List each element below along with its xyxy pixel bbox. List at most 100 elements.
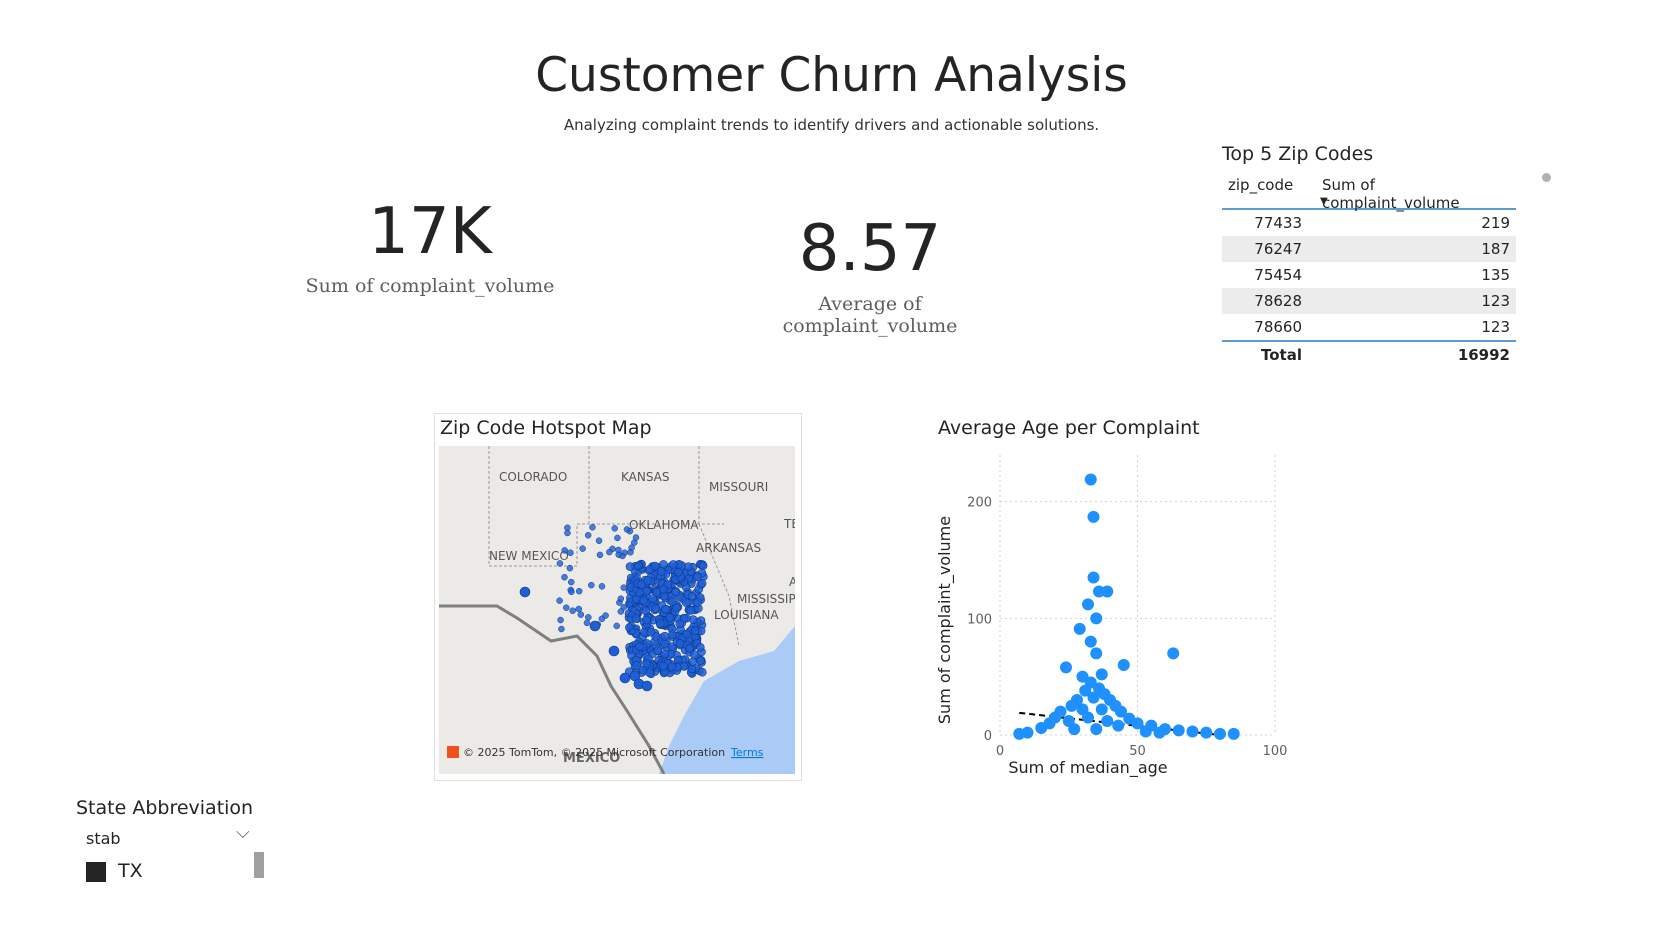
x-axis-label: Sum of median_age: [1008, 758, 1167, 778]
page-subtitle: Analyzing complaint trends to identify d…: [563, 116, 1100, 134]
table-row[interactable]: 77433 219: [1222, 210, 1516, 236]
scatter-grid: [999, 455, 1276, 736]
hotspot-map[interactable]: COLORADO KANSAS MISSOURI OKLAHOMA ARKANS…: [439, 446, 795, 774]
scatter-point[interactable]: [1214, 727, 1226, 740]
scatter-point[interactable]: [1112, 719, 1125, 732]
table-row[interactable]: 78628 123: [1222, 288, 1516, 314]
map-point: [566, 564, 574, 572]
scatter-point[interactable]: [1082, 598, 1094, 611]
map-point: [556, 597, 563, 604]
card-sum-label: Sum of complaint_volume: [305, 275, 555, 297]
x-tick-label: 0: [996, 744, 1004, 759]
scatter-point[interactable]: [1117, 659, 1130, 671]
map-point: [617, 608, 625, 615]
table-row[interactable]: 75454 135: [1222, 262, 1516, 288]
map-point: [653, 646, 662, 655]
map-point: [661, 604, 670, 614]
scatter-point[interactable]: [1186, 725, 1199, 738]
map-label: MISSOURI: [709, 480, 768, 494]
microsoft-logo-icon: [447, 746, 459, 758]
map-point: [660, 639, 669, 649]
map-point: [693, 598, 702, 607]
column-header-zip-code[interactable]: zip_code: [1222, 172, 1318, 208]
map-label: OKLAHOMA: [629, 518, 699, 532]
map-point: [635, 642, 644, 651]
scatter-point[interactable]: [1087, 510, 1100, 523]
map-point: [646, 627, 656, 637]
map-point: [668, 630, 677, 639]
map-point: [588, 581, 595, 589]
total-value: 16992: [1457, 346, 1510, 364]
map-point: [674, 567, 683, 577]
map-point: [589, 620, 601, 632]
map-point: [569, 607, 576, 614]
slicer-option-label[interactable]: TX: [118, 860, 143, 882]
map-point: [631, 586, 639, 594]
map-label: NEW MEXICO: [489, 549, 569, 563]
map-point: [634, 573, 641, 581]
scatter-point[interactable]: [1082, 711, 1094, 724]
scatter-point[interactable]: [1095, 668, 1108, 681]
scroll-indicator-dot[interactable]: [1542, 173, 1551, 182]
total-label: Total: [1261, 346, 1302, 364]
map-point: [643, 576, 653, 585]
slicer-checkbox[interactable]: [86, 862, 106, 882]
scatter-point[interactable]: [1084, 635, 1097, 648]
table-row[interactable]: 78660 123: [1222, 314, 1516, 340]
map-terms-link[interactable]: Terms: [730, 746, 764, 759]
map-point: [584, 532, 592, 539]
scatter-point[interactable]: [1139, 725, 1152, 738]
card-sum-value: 17K: [368, 195, 492, 269]
scatter-point[interactable]: [1227, 727, 1240, 740]
map-point: [642, 615, 651, 625]
cell-zip: 76247: [1254, 240, 1302, 258]
map-point: [626, 573, 634, 581]
slicer-scrollbar[interactable]: [254, 852, 264, 878]
scatter-point[interactable]: [1073, 622, 1086, 635]
column-header-complaint-volume[interactable]: Sum of complaint_volume: [1318, 172, 1516, 212]
chevron-down-icon[interactable]: ⌵: [236, 822, 250, 843]
y-tick-label: 200: [967, 496, 992, 511]
map-point: [625, 562, 635, 571]
scatter-point[interactable]: [1167, 647, 1180, 660]
scatter-point[interactable]: [1153, 726, 1166, 739]
map-point: [567, 549, 574, 556]
scatter-point[interactable]: [1095, 703, 1108, 716]
y-tick-label: 0: [984, 729, 992, 744]
scatter-point[interactable]: [1172, 724, 1185, 737]
table-row[interactable]: 76247 187: [1222, 236, 1516, 262]
cell-zip: 75454: [1254, 266, 1302, 284]
scatter-point[interactable]: [1090, 647, 1103, 660]
map-point: [589, 524, 596, 531]
map-point: [659, 584, 668, 594]
map-point: [617, 595, 625, 602]
scatter-point[interactable]: [1200, 726, 1213, 739]
map-point: [696, 656, 705, 665]
scatter-title: Average Age per Complaint: [938, 417, 1200, 439]
scatter-point[interactable]: [1068, 723, 1081, 736]
scatter-point[interactable]: [1035, 722, 1048, 734]
scatter-point[interactable]: [1065, 699, 1078, 712]
map-point: [639, 596, 649, 605]
map-point: [682, 629, 692, 639]
map-point: [575, 605, 583, 613]
map-point: [629, 628, 636, 635]
map-label: COLORADO: [499, 470, 567, 484]
sort-descending-icon[interactable]: ▼: [1320, 196, 1328, 207]
map-label: MISSISSIPPI: [737, 592, 795, 606]
scatter-point[interactable]: [1101, 715, 1114, 727]
scatter-point[interactable]: [1087, 571, 1100, 584]
scatter-point[interactable]: [1090, 612, 1103, 625]
cell-value: 187: [1481, 240, 1510, 258]
scatter-point[interactable]: [1013, 727, 1026, 740]
scatter-chart[interactable]: 0 100 200 0 50 100 Sum of median_age Sum of c…: [930, 445, 1300, 780]
scatter-point[interactable]: [1060, 661, 1072, 674]
scatter-point[interactable]: [1084, 473, 1097, 486]
map-point: [642, 586, 651, 596]
scatter-point[interactable]: [1090, 723, 1103, 736]
scatter-point[interactable]: [1093, 585, 1105, 598]
map-point: [655, 619, 665, 628]
map-point: [685, 644, 694, 653]
page-title: Customer Churn Analysis: [535, 48, 1128, 103]
scatter-point[interactable]: [1087, 691, 1100, 704]
